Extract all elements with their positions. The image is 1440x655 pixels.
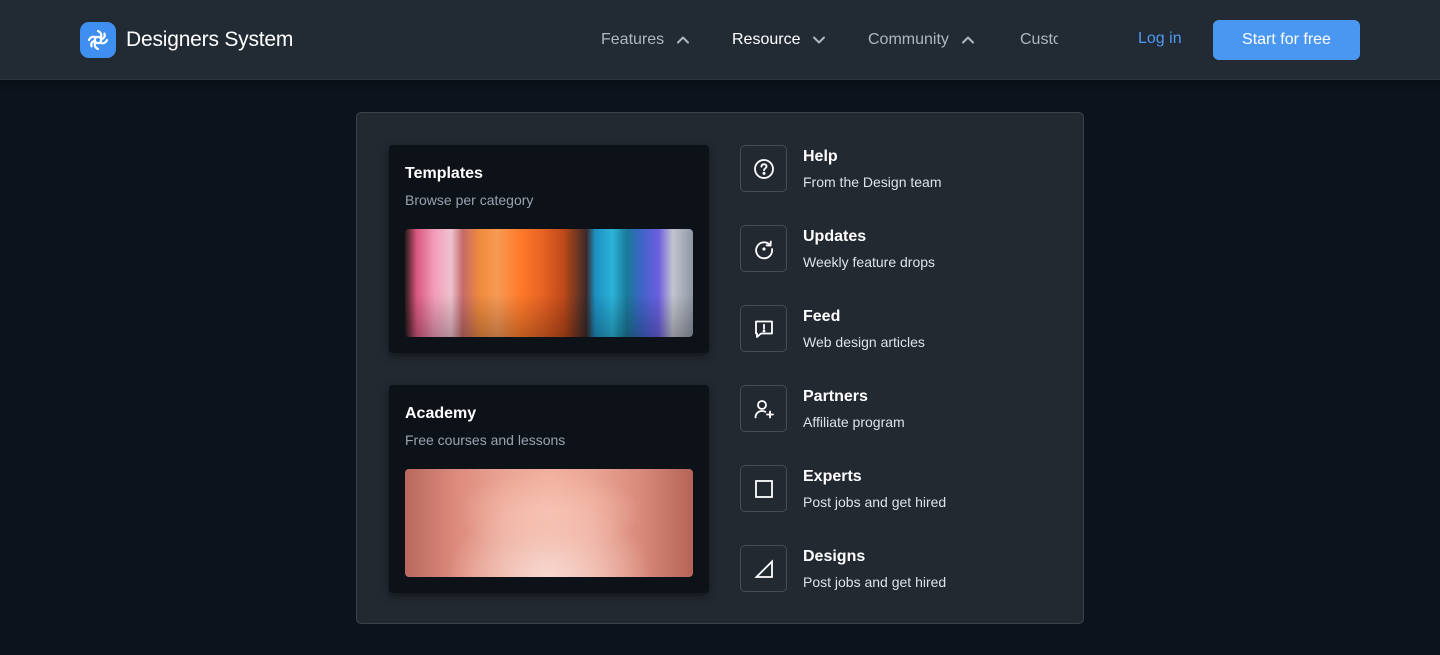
item-title: Experts — [803, 468, 862, 485]
square-icon — [740, 465, 787, 512]
item-title: Help — [803, 148, 838, 165]
item-subtitle: From the Design team — [803, 174, 942, 190]
menu-item-help[interactable]: Help From the Design team — [740, 145, 1040, 192]
chevron-down-icon — [813, 36, 826, 44]
item-subtitle: Post jobs and get hired — [803, 494, 947, 510]
chevron-up-icon — [677, 36, 690, 44]
item-title: Partners — [803, 388, 868, 405]
nav-item-features[interactable]: Features — [601, 0, 690, 80]
item-subtitle: Affiliate program — [803, 414, 905, 430]
templates-image — [405, 229, 693, 337]
nav-item-resource[interactable]: Resource — [732, 0, 826, 80]
menu-item-designs[interactable]: Designs Post jobs and get hired — [740, 545, 1040, 592]
message-alert-icon — [740, 305, 787, 352]
top-navigation-bar: Designers System Features Resource Commu… — [0, 0, 1440, 80]
item-subtitle: Web design articles — [803, 334, 925, 350]
refresh-icon — [740, 225, 787, 272]
brand-name: Designers System — [126, 28, 294, 51]
card-title: Academy — [405, 405, 477, 422]
nav-item-label: Resource — [732, 31, 801, 48]
academy-card[interactable]: Academy Free courses and lessons — [389, 385, 709, 593]
question-circle-icon — [740, 145, 787, 192]
menu-item-experts[interactable]: Experts Post jobs and get hired — [740, 465, 1040, 512]
item-title: Designs — [803, 548, 866, 565]
item-subtitle: Weekly feature drops — [803, 254, 936, 270]
academy-image — [405, 469, 693, 577]
chevron-up-icon — [961, 36, 974, 44]
nav-item-label: Customers — [1020, 31, 1058, 48]
nav-item-label: Features — [601, 31, 665, 48]
templates-card[interactable]: Templates Browse per category — [389, 145, 709, 353]
nav-item-customers[interactable]: Customers — [1020, 0, 1058, 80]
triangle-icon — [740, 545, 787, 592]
menu-item-updates[interactable]: Updates Weekly feature drops — [740, 225, 1040, 272]
item-subtitle: Post jobs and get hired — [803, 574, 947, 590]
menu-item-partners[interactable]: Partners Affiliate program — [740, 385, 1040, 432]
brand-logo[interactable]: Designers System — [80, 22, 293, 58]
main-nav: Features Resource Community Customers — [601, 0, 1058, 80]
item-title: Updates — [803, 228, 867, 245]
item-title: Feed — [803, 308, 841, 325]
nav-item-community[interactable]: Community — [868, 0, 975, 80]
card-title: Templates — [405, 165, 483, 182]
nav-item-label: Community — [868, 31, 949, 48]
login-link[interactable]: Log in — [1138, 30, 1182, 48]
card-subtitle: Free courses and lessons — [405, 432, 566, 448]
user-plus-icon — [740, 385, 787, 432]
logo-icon — [80, 22, 116, 58]
resource-dropdown-panel: Templates Browse per category Academy Fr… — [356, 112, 1084, 624]
card-subtitle: Browse per category — [405, 192, 534, 208]
menu-item-feed[interactable]: Feed Web design articles — [740, 305, 1040, 352]
start-for-free-button[interactable]: Start for free — [1213, 20, 1360, 60]
